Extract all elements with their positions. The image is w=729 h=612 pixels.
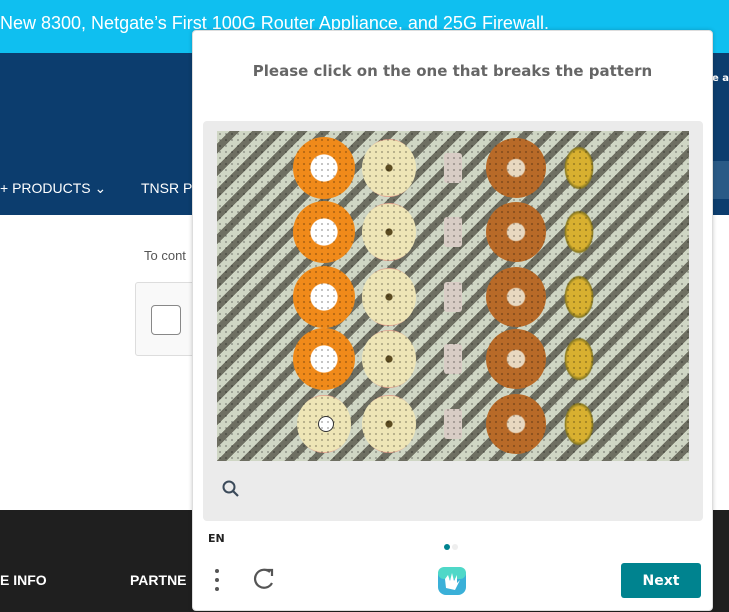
- challenge-object-thing[interactable]: [444, 409, 462, 439]
- captcha-dialog: Please click on the one that breaks the …: [192, 30, 713, 611]
- challenge-object-donut[interactable]: [486, 202, 546, 262]
- challenge-object-pine[interactable]: [564, 402, 594, 446]
- challenge-object-thing[interactable]: [444, 282, 462, 312]
- challenge-prompt: Please click on the one that breaks the …: [252, 62, 653, 80]
- challenge-object-apple[interactable]: [362, 203, 416, 261]
- challenge-object-donut[interactable]: [486, 329, 546, 389]
- challenge-object-orange[interactable]: [293, 266, 355, 328]
- nav-right-text: e a: [711, 73, 729, 84]
- search-icon[interactable]: [221, 479, 241, 499]
- more-vertical-icon[interactable]: [213, 568, 221, 592]
- challenge-object-orange[interactable]: [293, 328, 355, 390]
- nav-products[interactable]: + PRODUCTS ⌄: [0, 180, 106, 197]
- footer-link[interactable]: PARTNE: [130, 572, 187, 588]
- challenge-object-donut[interactable]: [486, 138, 546, 198]
- challenge-panel: [203, 121, 703, 521]
- challenge-object-thing[interactable]: [444, 153, 462, 183]
- challenge-object-pine[interactable]: [564, 337, 594, 381]
- content-text: To cont: [144, 248, 186, 263]
- challenge-object-pine[interactable]: [564, 210, 594, 254]
- footer-link[interactable]: E INFO: [0, 572, 47, 588]
- hcaptcha-logo: [438, 567, 466, 595]
- challenge-object-thing[interactable]: [444, 217, 462, 247]
- challenge-object-orange[interactable]: [293, 201, 355, 263]
- challenge-object-apple[interactable]: [362, 330, 416, 388]
- challenge-object-orange[interactable]: [293, 137, 355, 199]
- refresh-icon[interactable]: [251, 567, 277, 593]
- captcha-checkbox[interactable]: [151, 305, 181, 335]
- challenge-object-apple[interactable]: [297, 395, 351, 453]
- challenge-object-pine[interactable]: [564, 146, 594, 190]
- challenge-object-donut[interactable]: [486, 267, 546, 327]
- page-indicator: [444, 535, 460, 554]
- challenge-object-apple[interactable]: [362, 139, 416, 197]
- challenge-object-apple[interactable]: [362, 268, 416, 326]
- language-selector[interactable]: EN: [208, 532, 225, 545]
- page-dot: [452, 544, 458, 550]
- challenge-image[interactable]: [217, 131, 689, 461]
- challenge-object-pine[interactable]: [564, 275, 594, 319]
- nav-tnsr[interactable]: TNSR P: [141, 180, 192, 196]
- challenge-object-donut[interactable]: [486, 394, 546, 454]
- selection-marker: [318, 416, 334, 432]
- challenge-object-thing[interactable]: [444, 344, 462, 374]
- next-button[interactable]: Next: [621, 563, 701, 598]
- page-dot-active: [444, 544, 450, 550]
- challenge-object-apple[interactable]: [362, 395, 416, 453]
